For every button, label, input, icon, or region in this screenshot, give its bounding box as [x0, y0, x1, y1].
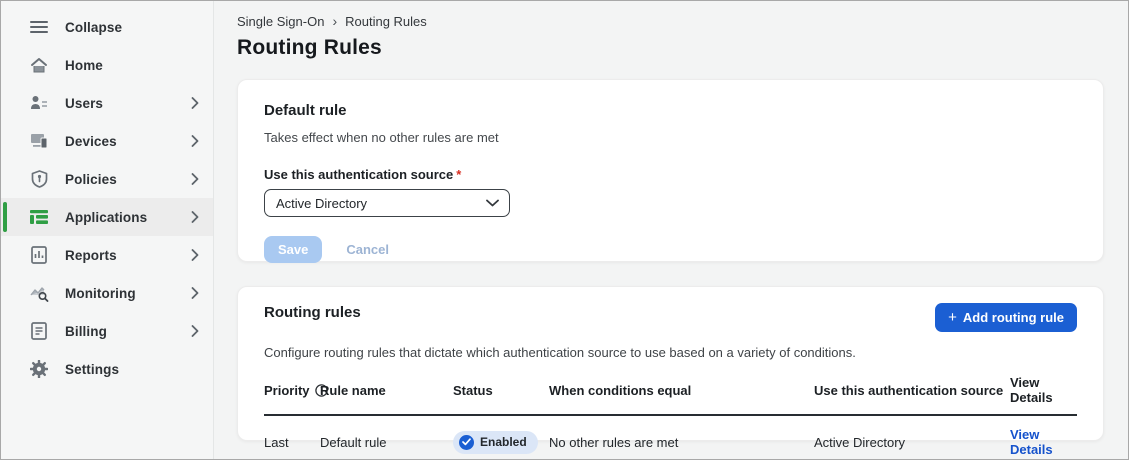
chevron-right-icon: [191, 135, 199, 147]
routing-rules-description: Configure routing rules that dictate whi…: [264, 345, 1077, 360]
breadcrumb-item-routing-rules[interactable]: Routing Rules: [345, 14, 427, 29]
column-header-auth-source: Use this authentication source: [814, 383, 1010, 398]
sidebar-item-label: Applications: [65, 210, 147, 225]
save-button[interactable]: Save: [264, 236, 322, 263]
app-window: Collapse Home Users Devices: [0, 0, 1129, 460]
sidebar-item-devices[interactable]: Devices: [1, 122, 213, 160]
column-header-priority: Priority: [264, 383, 320, 398]
main-content: Single Sign-On › Routing Rules Routing R…: [214, 1, 1128, 459]
add-routing-rule-label: Add routing rule: [963, 310, 1064, 325]
gear-icon: [29, 359, 49, 379]
sidebar: Collapse Home Users Devices: [1, 1, 214, 459]
sidebar-item-label: Collapse: [65, 20, 122, 35]
sidebar-item-label: Home: [65, 58, 103, 73]
column-header-view-details: View Details: [1010, 375, 1077, 405]
sidebar-item-label: Settings: [65, 362, 119, 377]
monitoring-search-icon: [29, 283, 49, 303]
default-rule-subtitle: Takes effect when no other rules are met: [264, 130, 1077, 145]
sidebar-item-label: Users: [65, 96, 103, 111]
sidebar-item-applications[interactable]: Applications: [1, 198, 213, 236]
chevron-right-icon: [191, 97, 199, 109]
status-badge-label: Enabled: [480, 435, 527, 449]
column-header-when-conditions-equal: When conditions equal: [549, 383, 814, 398]
table-row: Last Default rule Enabled No other rules…: [264, 416, 1077, 459]
sidebar-item-home[interactable]: Home: [1, 46, 213, 84]
chevron-right-icon: [191, 287, 199, 299]
sidebar-item-label: Monitoring: [65, 286, 136, 301]
auth-source-select-value: Active Directory: [276, 196, 367, 211]
plus-icon: +: [948, 310, 957, 325]
sidebar-item-label: Policies: [65, 172, 117, 187]
home-icon: [29, 55, 49, 75]
sidebar-item-label: Billing: [65, 324, 107, 339]
column-header-rule-name: Rule name: [320, 383, 453, 398]
routing-rules-table: Priority Rule name Status When condition…: [264, 375, 1077, 459]
status-badge: Enabled: [453, 431, 538, 454]
sidebar-item-monitoring[interactable]: Monitoring: [1, 274, 213, 312]
routing-rules-title: Routing rules: [264, 304, 361, 321]
cell-priority: Last: [264, 435, 320, 450]
breadcrumb: Single Sign-On › Routing Rules: [237, 14, 1104, 29]
default-rule-card: Default rule Takes effect when no other …: [237, 79, 1104, 262]
sidebar-item-label: Reports: [65, 248, 117, 263]
sidebar-item-policies[interactable]: Policies: [1, 160, 213, 198]
sidebar-item-users[interactable]: Users: [1, 84, 213, 122]
hamburger-icon: [29, 17, 49, 37]
view-details-link[interactable]: View Details: [1010, 427, 1053, 457]
cell-view-details: View Details: [1010, 427, 1077, 457]
default-rule-actions: Save Cancel: [264, 236, 1077, 263]
chevron-right-icon: [191, 211, 199, 223]
default-rule-title: Default rule: [264, 102, 1077, 119]
page-title: Routing Rules: [237, 36, 1104, 60]
cancel-button[interactable]: Cancel: [346, 242, 389, 257]
chevron-right-icon: [191, 249, 199, 261]
sidebar-item-reports[interactable]: Reports: [1, 236, 213, 274]
auth-source-select[interactable]: Active Directory: [264, 189, 510, 217]
billing-document-icon: [29, 321, 49, 341]
check-circle-icon: [459, 435, 474, 450]
breadcrumb-item-single-sign-on[interactable]: Single Sign-On: [237, 14, 324, 29]
users-icon: [29, 93, 49, 113]
applications-icon: [29, 207, 49, 227]
required-asterisk: *: [456, 167, 461, 182]
column-header-status: Status: [453, 383, 549, 398]
chevron-down-icon: [486, 199, 499, 207]
sidebar-item-billing[interactable]: Billing: [1, 312, 213, 350]
cell-status: Enabled: [453, 431, 549, 454]
devices-icon: [29, 131, 49, 151]
sidebar-item-label: Devices: [65, 134, 117, 149]
report-chart-icon: [29, 245, 49, 265]
add-routing-rule-button[interactable]: + Add routing rule: [935, 303, 1077, 332]
table-header-row: Priority Rule name Status When condition…: [264, 375, 1077, 416]
routing-rules-card: Routing rules + Add routing rule Configu…: [237, 286, 1104, 441]
cell-when-conditions: No other rules are met: [549, 435, 814, 450]
sidebar-item-settings[interactable]: Settings: [1, 350, 213, 388]
cell-rule-name: Default rule: [320, 435, 453, 450]
shield-icon: [29, 169, 49, 189]
chevron-right-icon: [191, 325, 199, 337]
breadcrumb-separator-icon: ›: [332, 14, 337, 28]
cell-auth-source: Active Directory: [814, 435, 1010, 450]
chevron-right-icon: [191, 173, 199, 185]
auth-source-label: Use this authentication source*: [264, 167, 1077, 182]
sidebar-item-collapse[interactable]: Collapse: [1, 8, 213, 46]
